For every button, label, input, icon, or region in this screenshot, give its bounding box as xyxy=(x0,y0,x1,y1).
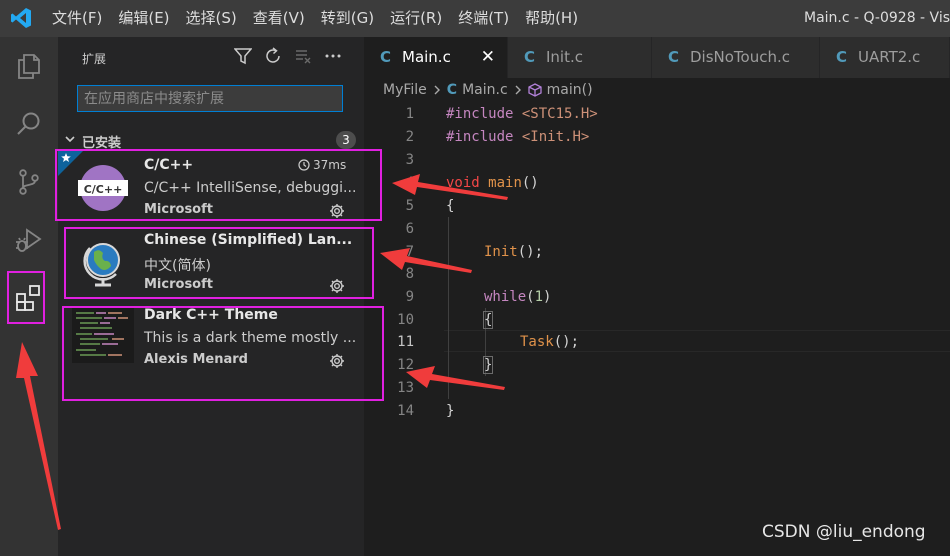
watermark: CSDN @liu_endong xyxy=(762,522,926,542)
arrow-to-cpp xyxy=(392,174,508,200)
arrow-to-dark-theme xyxy=(406,366,505,390)
arrow-to-chinese xyxy=(380,248,472,273)
annotation-arrows xyxy=(16,174,508,530)
arrow-to-extensions-icon xyxy=(16,342,61,530)
